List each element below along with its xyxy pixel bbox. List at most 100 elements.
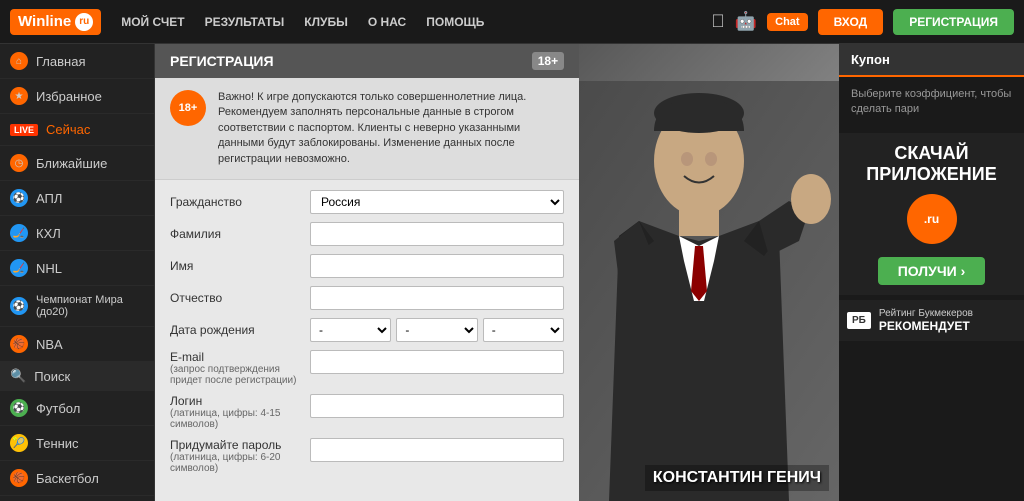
label-citizenship: Гражданство — [170, 195, 300, 209]
sidebar-label-football: Футбол — [36, 401, 80, 416]
promo-logo: .ru — [907, 194, 957, 244]
select-citizenship[interactable]: Россия — [310, 190, 564, 214]
age-badge: 18+ — [532, 52, 564, 70]
select-month[interactable]: - — [396, 318, 477, 342]
form-row-patronymic: Отчество — [170, 286, 564, 310]
nav: МОЙ СЧЕТ РЕЗУЛЬТАТЫ КЛУБЫ О НАС ПОМОЩЬ — [121, 15, 711, 29]
input-login[interactable] — [310, 394, 564, 418]
select-year[interactable]: - — [483, 318, 564, 342]
label-birthday: Дата рождения — [170, 323, 300, 337]
man-image: КОНСТАНТИН ГЕНИЧ — [559, 44, 839, 501]
select-day[interactable]: - — [310, 318, 391, 342]
register-button[interactable]: РЕГИСТРАЦИЯ — [893, 9, 1014, 35]
logo-text: Winline — [18, 13, 71, 30]
label-firstname: Имя — [170, 259, 300, 273]
nav-results[interactable]: РЕЗУЛЬТАТЫ — [205, 15, 285, 29]
home-icon: ⌂ — [10, 52, 28, 70]
sidebar-label-favorites: Избранное — [36, 89, 102, 104]
promo-line1: СКАЧАЙ — [849, 143, 1014, 165]
header-right:  🤖 Chat ВХОД РЕГИСТРАЦИЯ — [711, 9, 1014, 35]
sidebar-item-hockey[interactable]: 🏒 Хоккей — [0, 496, 154, 501]
sidebar-item-apl[interactable]: ⚽ АПЛ — [0, 181, 154, 216]
login-button[interactable]: ВХОД — [818, 9, 884, 35]
nav-my-account[interactable]: МОЙ СЧЕТ — [121, 15, 184, 29]
chat-button[interactable]: Chat — [767, 13, 807, 31]
form-row-lastname: Фамилия — [170, 222, 564, 246]
nav-about[interactable]: О НАС — [368, 15, 406, 29]
sidebar-label-home: Главная — [36, 54, 85, 69]
rb-info: Рейтинг Букмекеров РЕКОМЕНДУЕТ — [879, 308, 973, 333]
coupon-header: Купон — [839, 44, 1024, 77]
sidebar-search-label: Поиск — [34, 369, 70, 384]
apl-icon: ⚽ — [10, 189, 28, 207]
man-svg — [559, 81, 839, 501]
sidebar-item-football[interactable]: ⚽ Футбол — [0, 391, 154, 426]
sidebar-item-nba[interactable]: 🏀 NBA — [0, 327, 154, 362]
sidebar-label-basketball: Баскетбол — [36, 471, 99, 486]
form-row-email: E-mail (запрос подтверждения придет посл… — [170, 350, 564, 386]
header: Winline ru МОЙ СЧЕТ РЕЗУЛЬТАТЫ КЛУБЫ О Н… — [0, 0, 1024, 44]
input-password[interactable] — [310, 438, 564, 462]
world-champ-icon: ⚽ — [10, 297, 28, 315]
form-row-birthday: Дата рождения - - - — [170, 318, 564, 342]
nba-icon: 🏀 — [10, 335, 28, 353]
input-lastname[interactable] — [310, 222, 564, 246]
sidebar-item-live[interactable]: LIVE Сейчас — [0, 114, 154, 146]
sidebar-label-upcoming: Ближайшие — [36, 156, 107, 171]
registration-area: КОНСТАНТИН ГЕНИЧ РЕГИСТРАЦИЯ 18+ 18+ Важ… — [155, 44, 839, 501]
date-row: - - - — [310, 318, 564, 342]
sidebar-label-nba: NBA — [36, 337, 63, 352]
age-circle: 18+ — [170, 90, 206, 126]
input-email[interactable] — [310, 350, 564, 374]
form-row-citizenship: Гражданство Россия — [170, 190, 564, 214]
form-container: РЕГИСТРАЦИЯ 18+ 18+ Важно! К игре допуск… — [155, 44, 579, 501]
label-login: Логин (латиница, цифры: 4-15 символов) — [170, 394, 300, 430]
input-firstname[interactable] — [310, 254, 564, 278]
logo-dot: ru — [75, 13, 93, 31]
label-lastname: Фамилия — [170, 227, 300, 241]
sidebar-item-khl[interactable]: 🏒 КХЛ — [0, 216, 154, 251]
sidebar-item-upcoming[interactable]: ◷ Ближайшие — [0, 146, 154, 181]
khl-icon: 🏒 — [10, 224, 28, 242]
sidebar-item-nhl[interactable]: 🏒 NHL — [0, 251, 154, 286]
man-name: КОНСТАНТИН ГЕНИЧ — [645, 465, 829, 491]
promo-get-button[interactable]: ПОЛУЧИ › — [878, 257, 986, 285]
apple-icon[interactable]:  — [711, 11, 725, 32]
sidebar-item-world-champ[interactable]: ⚽ Чемпионат Мира (до20) — [0, 286, 154, 327]
promo-line2: ПРИЛОЖЕНИЕ — [849, 164, 1014, 186]
nhl-icon: 🏒 — [10, 259, 28, 277]
sidebar-item-favorites[interactable]: ★ Избранное — [0, 79, 154, 114]
reg-header: РЕГИСТРАЦИЯ 18+ — [155, 44, 579, 78]
rb-logo: РБ — [847, 312, 871, 329]
sidebar-label-khl: КХЛ — [36, 226, 61, 241]
sidebar-label-nhl: NHL — [36, 261, 62, 276]
sidebar-label-tennis: Теннис — [36, 436, 79, 451]
star-icon: ★ — [10, 87, 28, 105]
input-patronymic[interactable] — [310, 286, 564, 310]
nav-help[interactable]: ПОМОЩЬ — [426, 15, 484, 29]
football-icon: ⚽ — [10, 399, 28, 417]
sidebar-item-basketball[interactable]: 🏀 Баскетбол — [0, 461, 154, 496]
rb-title: Рейтинг Букмекеров — [879, 308, 973, 319]
right-panel: Купон Выберите коэффициент, чтобы сделат… — [839, 44, 1024, 501]
sidebar-item-home[interactable]: ⌂ Главная — [0, 44, 154, 79]
sidebar-item-tennis[interactable]: 🎾 Теннис — [0, 426, 154, 461]
sidebar-label-live: Сейчас — [46, 122, 90, 137]
app-promo: СКАЧАЙ ПРИЛОЖЕНИЕ .ru ПОЛУЧИ › — [839, 133, 1024, 295]
warning-block: 18+ Важно! К игре допускаются только сов… — [155, 78, 579, 180]
label-email: E-mail (запрос подтверждения придет посл… — [170, 350, 300, 386]
android-icon[interactable]: 🤖 — [735, 11, 757, 32]
sidebar-search[interactable]: 🔍 Поиск — [0, 362, 154, 391]
logo[interactable]: Winline ru — [10, 9, 101, 35]
warning-text: Важно! К игре допускаются только соверше… — [218, 90, 564, 167]
sidebar: ⌂ Главная ★ Избранное LIVE Сейчас ◷ Ближ… — [0, 44, 155, 501]
tennis-icon: 🎾 — [10, 434, 28, 452]
label-patronymic: Отчество — [170, 291, 300, 305]
basketball-icon: 🏀 — [10, 469, 28, 487]
sidebar-label-apl: АПЛ — [36, 191, 62, 206]
nav-clubs[interactable]: КЛУБЫ — [304, 15, 348, 29]
clock-icon: ◷ — [10, 154, 28, 172]
content: КОНСТАНТИН ГЕНИЧ РЕГИСТРАЦИЯ 18+ 18+ Важ… — [155, 44, 839, 501]
coupon-text: Выберите коэффициент, чтобы сделать пари — [839, 77, 1024, 128]
form-row-firstname: Имя — [170, 254, 564, 278]
